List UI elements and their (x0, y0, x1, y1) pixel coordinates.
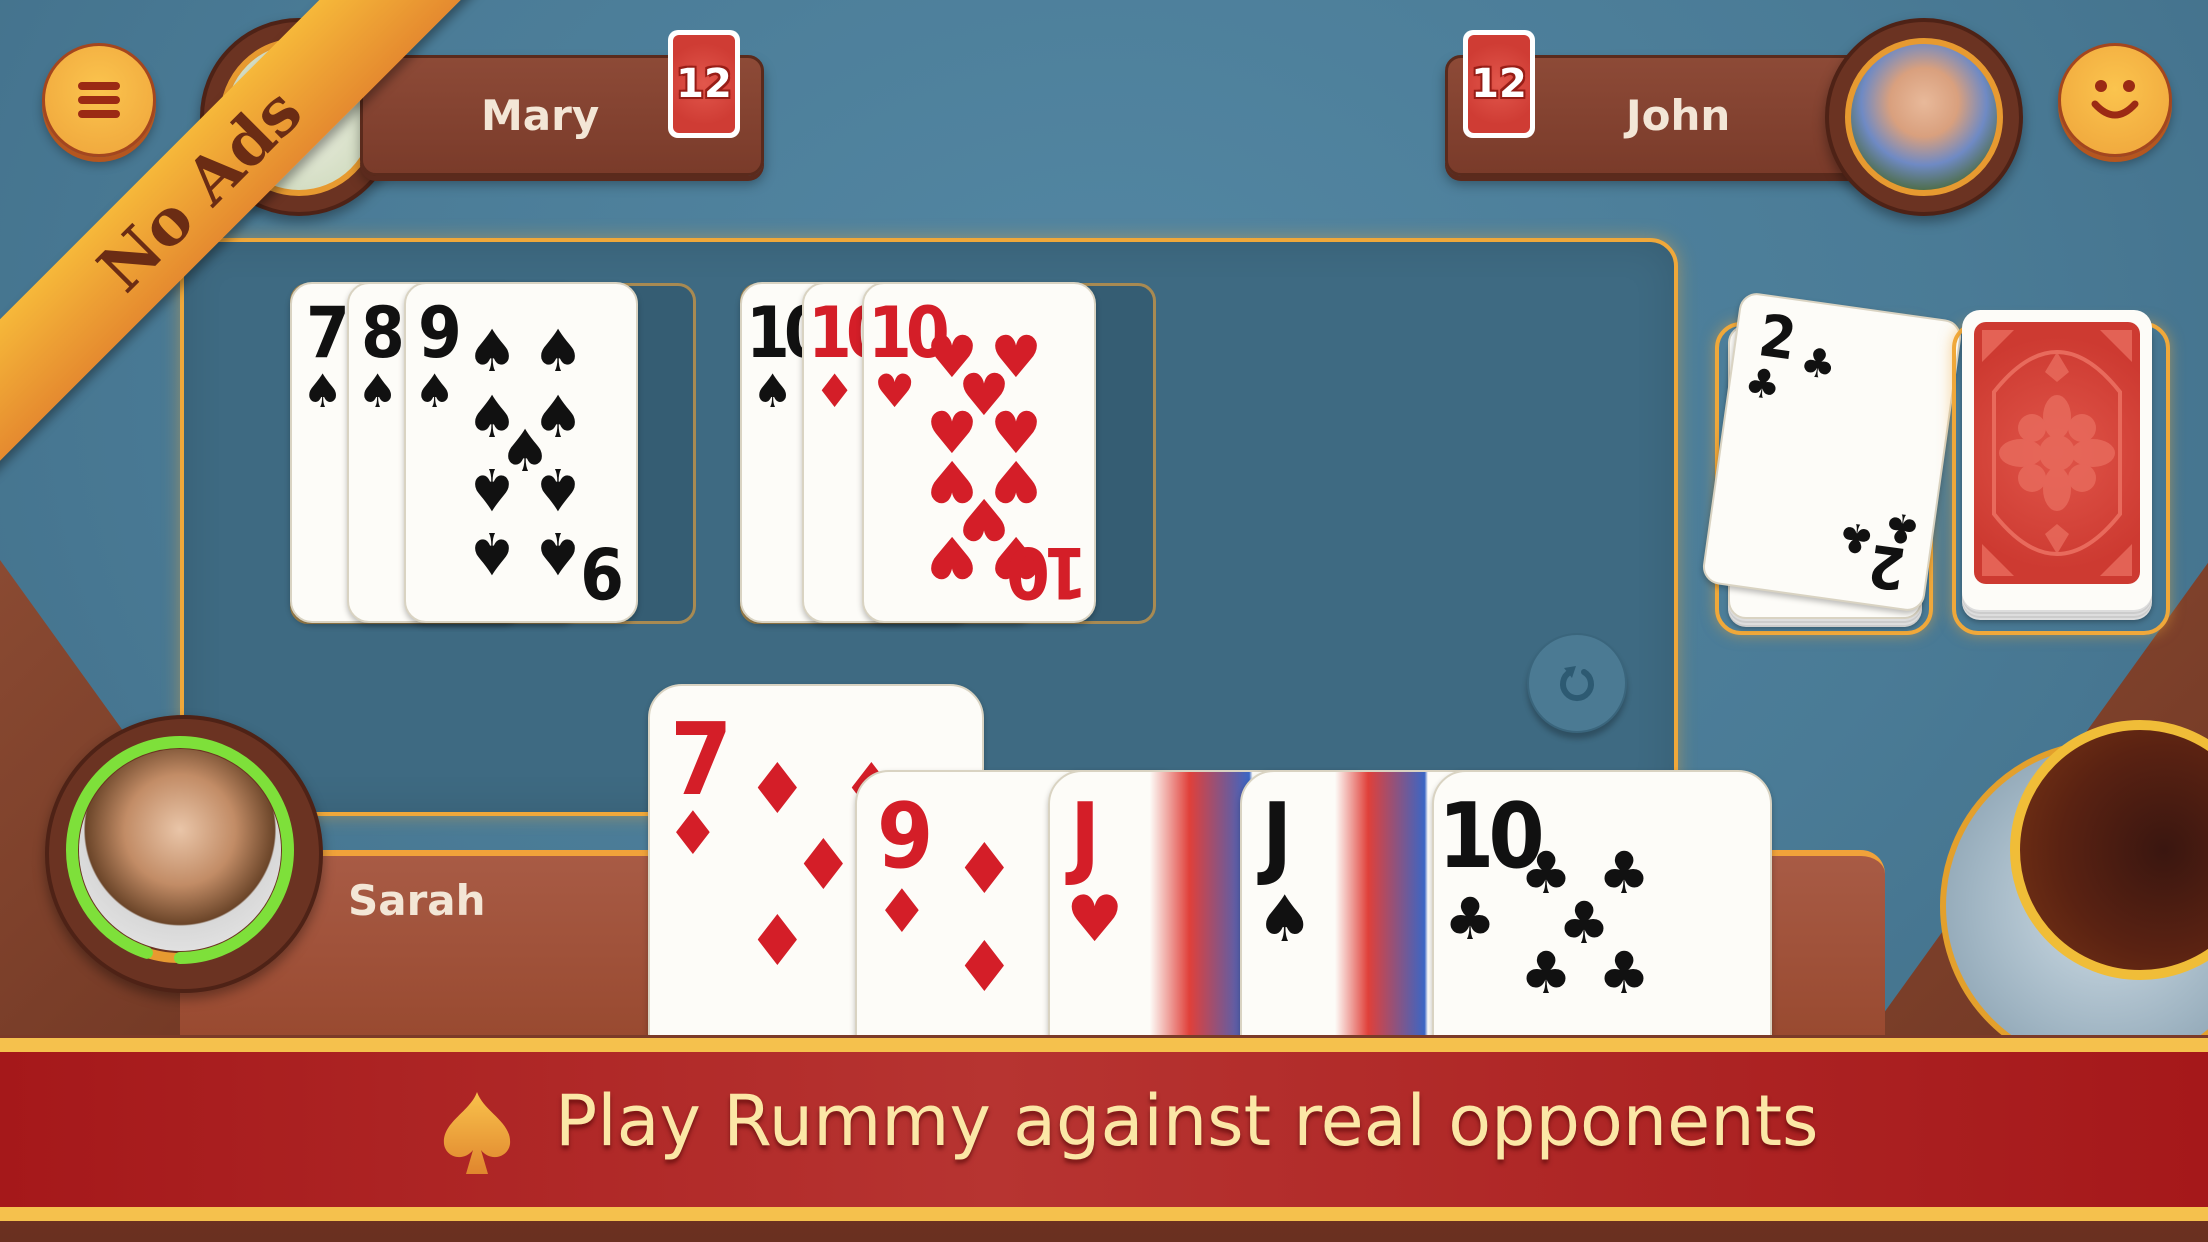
spade-icon: ♠ (414, 364, 456, 418)
diamond-icon: ♦ (953, 828, 1016, 910)
heart-icon: ♥ (1066, 883, 1124, 957)
club-icon: ♣ (1598, 939, 1650, 1007)
flower-pattern-icon (1982, 330, 2132, 576)
card-rank: 2 (1754, 301, 1795, 373)
spade-icon: ♠ (302, 364, 344, 418)
card-count-value: 12 (1471, 61, 1527, 107)
card-rank: 8 (361, 292, 405, 374)
diamond-icon: ♦ (792, 824, 855, 906)
banner-border-top (0, 1038, 2208, 1052)
heart-icon: ♥ (874, 364, 916, 418)
banner-headline: Play Rummy against real opponents (555, 1080, 1819, 1162)
undo-button[interactable] (1527, 633, 1627, 733)
club-icon: ♣ (1520, 939, 1572, 1007)
club-icon: ♣ (1797, 338, 1839, 390)
card-rank: 7 (670, 701, 733, 818)
diamond-icon: ♦ (746, 748, 809, 830)
spade-icon: ♠ (532, 455, 584, 523)
banner-border-bottom (0, 1207, 2208, 1221)
club-icon: ♣ (1444, 885, 1496, 953)
player-avatar-frame (45, 715, 323, 993)
spade-icon: ♠ (357, 364, 399, 418)
spade-icon: ♠ (466, 519, 518, 587)
diamond-icon: ♦ (666, 799, 720, 869)
card-rank: 9 (586, 531, 624, 613)
spade-icon: ♠ (466, 455, 518, 523)
emoji-button[interactable] (2058, 43, 2172, 157)
diamond-icon: ♦ (814, 364, 856, 418)
undo-icon (1560, 666, 1594, 702)
card-back-pattern (1974, 322, 2140, 584)
card-rank: 9 (877, 784, 933, 889)
diamond-icon: ♦ (953, 926, 1016, 1008)
club-icon: ♣ (1741, 359, 1784, 410)
heart-icon: ♥ (926, 523, 978, 591)
opponent-avatar-frame (1825, 18, 2023, 216)
discard-top-card[interactable]: 2 ♣ ♣ ♣ ♣ 2 (1700, 290, 1964, 614)
spade-icon: ♠ (466, 317, 518, 385)
card-rank: J (1070, 784, 1100, 889)
diamond-icon: ♦ (875, 877, 929, 947)
card-rank: 10 (1012, 531, 1088, 613)
opponent-name: Mary (481, 91, 600, 140)
jack-face-illustration (1150, 802, 1240, 1072)
card-rank: 7 (306, 292, 350, 374)
menu-button[interactable] (42, 43, 156, 157)
spade-icon: ♠ (752, 364, 794, 418)
hamburger-menu-icon (78, 82, 120, 118)
opponent-avatar (1845, 38, 2003, 196)
card-rank: J (1262, 784, 1292, 889)
spade-icon: ♠ (1256, 883, 1314, 957)
hand-card[interactable]: 10 ♣ ♣ ♣ ♣ ♣ ♣ (1432, 770, 1772, 1074)
spade-icon: ♠ (532, 317, 584, 385)
meld-card[interactable]: 9 ♠ ♠ ♠ ♠ ♠ ♠ ♠ ♠ ♠ ♠ 9 (404, 282, 638, 623)
spade-icon (440, 1092, 514, 1180)
diamond-icon: ♦ (746, 900, 809, 982)
opponent-card-count: 12 (668, 30, 740, 138)
card-count-value: 12 (676, 61, 732, 107)
opponent-card-count: 12 (1463, 30, 1535, 138)
card-rank: 2 (1869, 531, 1910, 603)
spade-icon: ♠ (532, 519, 584, 587)
opponent-name: John (1626, 91, 1731, 140)
player-name: Sarah (348, 876, 486, 925)
club-icon: ♣ (1835, 511, 1878, 563)
meld-card[interactable]: 10 ♥ ♥ ♥ ♥ ♥ ♥ ♥ ♥ ♥ ♥ ♥ 10 (862, 282, 1096, 623)
card-rank: 9 (418, 292, 462, 374)
draw-pile[interactable] (1962, 310, 2152, 610)
jack-face-illustration (1342, 802, 1432, 1072)
player-avatar (79, 749, 281, 951)
smiley-icon (2091, 80, 2139, 119)
